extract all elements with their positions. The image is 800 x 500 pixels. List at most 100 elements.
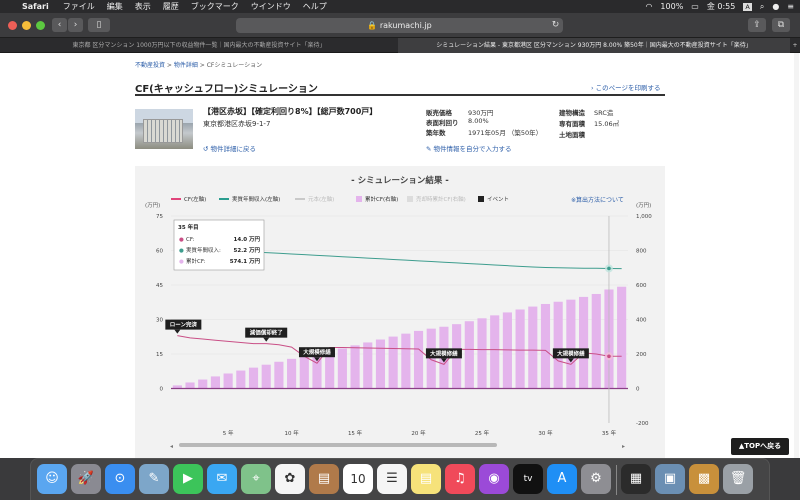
tab-property-list[interactable]: 東京都 区分マンション 1000万円以下の収益物件一覧｜国内最大の不動産投資サイ…	[0, 38, 398, 53]
chart-scrollbar-thumb[interactable]	[179, 443, 497, 447]
cumulative-cf-bar	[426, 328, 436, 389]
back-to-detail-link[interactable]: ↺ 物件詳細に戻る	[203, 143, 256, 153]
battery-icon[interactable]: ▭	[691, 2, 699, 11]
address-text: rakumachi.jp	[379, 21, 432, 30]
photos-icon[interactable]: ✿	[275, 464, 305, 494]
cf-chart[interactable]: (万円) (万円) 75 60 45 30 15 0 1,000 800 600 400 200 0 -20…	[135, 196, 665, 458]
info-label-price: 販売価格	[426, 109, 452, 117]
contacts-icon[interactable]: ▤	[309, 464, 339, 494]
tv-icon[interactable]: tv	[513, 464, 543, 494]
activity-monitor-icon[interactable]: ▦	[621, 464, 651, 494]
input-own-info-link[interactable]: ✎ 物件情報を自分で入力する	[426, 143, 512, 153]
info-label-age: 築年数	[426, 129, 446, 137]
menu-view[interactable]: 表示	[135, 1, 151, 12]
cumulative-cf-bar	[375, 339, 386, 389]
trash-icon[interactable]: 🗑	[723, 464, 753, 494]
browser-toolbar: ‹ › ▯ 🔒 rakumachi.jp ↻ ⇪ ⧉	[0, 13, 800, 38]
control-center-icon[interactable]: ≡	[787, 2, 794, 11]
breadcrumb-investment[interactable]: 不動産投資	[135, 62, 165, 69]
cumulative-cf-bar	[617, 286, 627, 389]
x-tick-label: 30 年	[538, 429, 553, 437]
event-label: 大規模修繕	[430, 349, 458, 357]
page-scrollbar[interactable]	[794, 53, 799, 458]
left-tick-label: 75	[156, 214, 163, 220]
sidebar-toggle-button[interactable]: ▯	[88, 18, 110, 32]
web-page: 不動産投資 > 物件詳細 > CFシミュレーション CF(キャッシュフロー)シミ…	[0, 53, 800, 458]
scroll-left-arrow[interactable]: ◂	[170, 443, 173, 450]
cumulative-cf-bar	[350, 345, 360, 389]
menu-app-name[interactable]: Safari	[22, 2, 49, 11]
stack-icon[interactable]: ▩	[689, 464, 719, 494]
scroll-right-arrow[interactable]: ▸	[622, 443, 625, 450]
x-tick-label: 10 年	[284, 429, 299, 437]
back-to-top-button[interactable]: ▲TOPへ戻る	[731, 438, 789, 455]
x-tick-label: 35 年	[602, 429, 617, 437]
cumulative-cf-bar	[198, 379, 208, 389]
new-tab-button[interactable]: +	[790, 38, 800, 53]
notes-icon[interactable]: ▤	[411, 464, 441, 494]
tooltip-row-value: 574.1 万円	[230, 258, 261, 265]
breadcrumb-detail[interactable]: 物件詳細	[174, 62, 198, 69]
podcasts-icon[interactable]: ◉	[479, 464, 509, 494]
siri-icon[interactable]: ●	[772, 2, 779, 11]
tab-overview-button[interactable]: ⧉	[772, 18, 790, 32]
menu-window[interactable]: ウインドウ	[251, 1, 291, 12]
wifi-icon[interactable]: ◠	[645, 2, 652, 11]
right-tick-label: 200	[636, 352, 647, 358]
property-photo[interactable]	[135, 109, 193, 149]
clock[interactable]: 金 0:55	[707, 1, 736, 12]
minimize-window-button[interactable]	[22, 21, 31, 30]
back-button[interactable]: ‹	[52, 18, 67, 32]
facetime-icon[interactable]: ▶	[173, 464, 203, 494]
cumulative-cf-bar	[566, 299, 576, 389]
zoom-window-button[interactable]	[36, 21, 45, 30]
title-divider	[135, 94, 665, 96]
search-icon[interactable]: ⌕	[760, 2, 764, 12]
share-button[interactable]: ⇪	[748, 18, 766, 32]
info-label-structure: 建物構造	[559, 109, 585, 117]
info-value-age: 1971年05月 （築50年）	[468, 129, 543, 137]
battery-percent[interactable]: 100%	[660, 2, 683, 11]
tooltip-row-label: 実質年間収入:	[186, 246, 221, 254]
safari-icon[interactable]: ⊙	[105, 464, 135, 494]
address-bar[interactable]: 🔒 rakumachi.jp	[236, 18, 563, 33]
cumulative-cf-bar	[185, 382, 195, 389]
print-page-link[interactable]: › このページを印刷する	[591, 82, 661, 92]
reload-button[interactable]: ↻	[549, 18, 562, 32]
tooltip-year: 35 年目	[178, 223, 199, 231]
calendar-icon[interactable]: 10	[343, 464, 373, 494]
close-window-button[interactable]	[8, 21, 17, 30]
cumulative-cf-bar	[261, 364, 271, 389]
menu-help[interactable]: ヘルプ	[303, 1, 327, 12]
input-source-icon[interactable]: A	[743, 2, 752, 11]
menu-bookmarks[interactable]: ブックマーク	[191, 1, 239, 12]
cumulative-cf-bar	[591, 293, 601, 389]
left-tick-label: 30	[156, 318, 163, 324]
launchpad-icon[interactable]: 🚀	[71, 464, 101, 494]
finder-icon[interactable]: ☺	[37, 464, 67, 494]
cumulative-cf-bar	[515, 309, 525, 389]
annual-income-point	[607, 266, 611, 271]
tooltip-row-label: CF:	[186, 237, 195, 243]
preview-icon[interactable]: ✎	[139, 464, 169, 494]
menu-history[interactable]: 履歴	[163, 1, 179, 12]
x-tick-label: 5 年	[223, 429, 234, 437]
tab-simulation[interactable]: シミュレーション結果 - 東京都港区 区分マンション 930万円 8.00% 築…	[398, 38, 790, 53]
x-tick-label: 15 年	[348, 429, 363, 437]
forward-button[interactable]: ›	[68, 18, 83, 32]
tooltip-bullet: ●	[179, 259, 184, 265]
breadcrumb: 不動産投資 > 物件詳細 > CFシミュレーション	[135, 62, 263, 69]
system-preferences-icon[interactable]: ⚙	[581, 464, 611, 494]
menu-file[interactable]: ファイル	[63, 1, 95, 12]
maps-icon[interactable]: ⌖	[241, 464, 271, 494]
left-tick-label: 45	[156, 283, 163, 289]
x-tick-label: 20 年	[411, 429, 426, 437]
reminders-icon[interactable]: ☰	[377, 464, 407, 494]
messages-icon[interactable]: ✉	[207, 464, 237, 494]
preview-files-icon[interactable]: ▣	[655, 464, 685, 494]
property-tags: 【港区赤坂】【確定利回り8%】【総戸数700戸】	[203, 107, 378, 116]
appstore-icon[interactable]: A	[547, 464, 577, 494]
menu-edit[interactable]: 編集	[107, 1, 123, 12]
music-icon[interactable]: ♫	[445, 464, 475, 494]
cumulative-cf-bar	[248, 367, 259, 389]
